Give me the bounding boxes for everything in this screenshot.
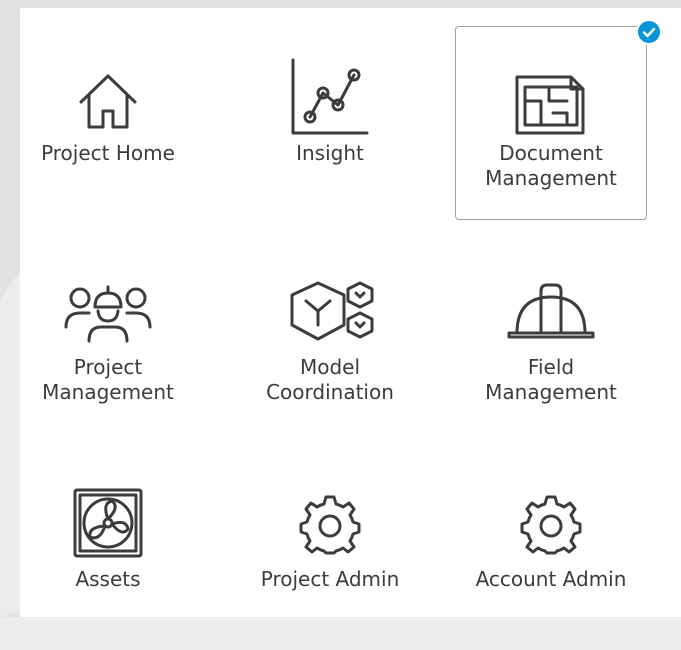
tile-document-management[interactable]: Document Management xyxy=(455,19,662,220)
tile-project-management[interactable]: Project Management xyxy=(12,244,204,438)
fan-unit-icon xyxy=(73,488,143,558)
tile-label: Field Management xyxy=(485,355,617,404)
tile-label: Document Management xyxy=(485,141,617,190)
tile-label: Project Home xyxy=(41,141,175,165)
selected-check-icon xyxy=(636,19,662,45)
tile-assets[interactable]: Assets xyxy=(12,456,204,650)
tile-label: Assets xyxy=(75,567,141,591)
hardhat-icon xyxy=(507,283,595,339)
tile-label: Model Coordination xyxy=(266,355,394,404)
tile-account-admin[interactable]: Account Admin xyxy=(455,456,647,650)
house-icon xyxy=(79,74,137,129)
gear-icon xyxy=(299,495,361,555)
model-cube-icon xyxy=(290,281,374,341)
blueprint-document-icon xyxy=(515,75,585,135)
tile-label: Project Admin xyxy=(260,567,400,591)
tile-field-management[interactable]: Field Management xyxy=(455,244,647,438)
tile-project-admin[interactable]: Project Admin xyxy=(234,456,426,650)
tile-label: Insight xyxy=(296,141,364,165)
tile-label: Project Management xyxy=(42,355,174,404)
gear-icon xyxy=(520,495,582,555)
line-chart-icon xyxy=(291,58,369,135)
team-hardhat-icon xyxy=(64,285,152,343)
tile-model-coordination[interactable]: Model Coordination xyxy=(234,244,426,438)
tile-insight[interactable]: Insight xyxy=(234,34,426,228)
tile-label: Account Admin xyxy=(475,567,627,591)
module-launcher-panel: Project Home Insight Document Management xyxy=(20,8,681,617)
tile-project-home[interactable]: Project Home xyxy=(12,34,204,228)
